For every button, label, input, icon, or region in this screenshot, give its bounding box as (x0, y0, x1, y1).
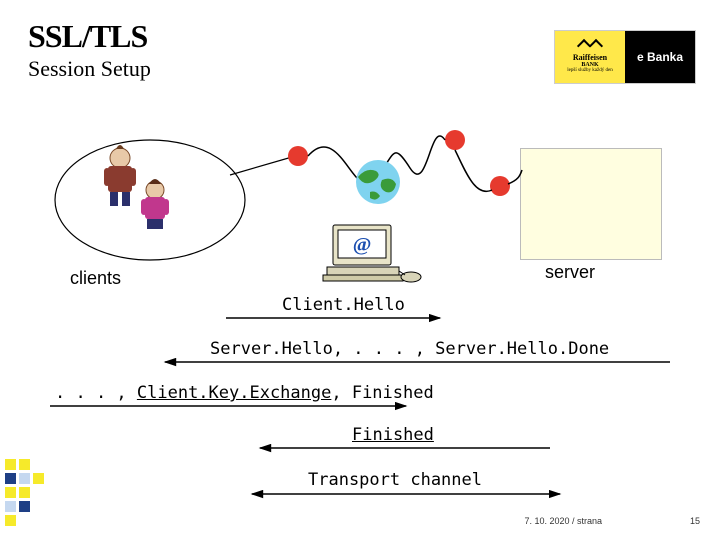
server-label: server (545, 262, 595, 283)
clients-label: clients (70, 268, 121, 289)
footer-page-number: 15 (690, 516, 700, 526)
msg-client-hello: Client.Hello (282, 295, 405, 315)
server-box (520, 148, 662, 260)
bank-logo: Raiffeisen BANK lepší služby každý den e… (554, 30, 696, 84)
msg3-suffix: , Finished (331, 383, 433, 403)
msg-client-key-exchange: . . . , Client.Key.Exchange, Finished (55, 383, 434, 403)
decorative-squares (0, 455, 55, 540)
msg3-prefix: . . . , (55, 383, 137, 403)
footer-date: 7. 10. 2020 / strana (524, 516, 602, 526)
svg-text:@: @ (353, 234, 372, 256)
msg-server-hello-done: Server.Hello, . . . , Server.Hello.Done (210, 339, 609, 359)
logo-bank-name: Raiffeisen (573, 53, 607, 62)
logo-ebank: e Banka (637, 50, 683, 64)
msg3-underlined: Client.Key.Exchange (137, 383, 331, 403)
slide-subtitle: Session Setup (28, 56, 151, 82)
msg-finished: Finished (352, 425, 434, 445)
slide-title: SSL/TLS (28, 18, 147, 55)
msg-transport-channel: Transport channel (308, 470, 482, 490)
logo-tagline: lepší služby každý den (567, 68, 612, 73)
